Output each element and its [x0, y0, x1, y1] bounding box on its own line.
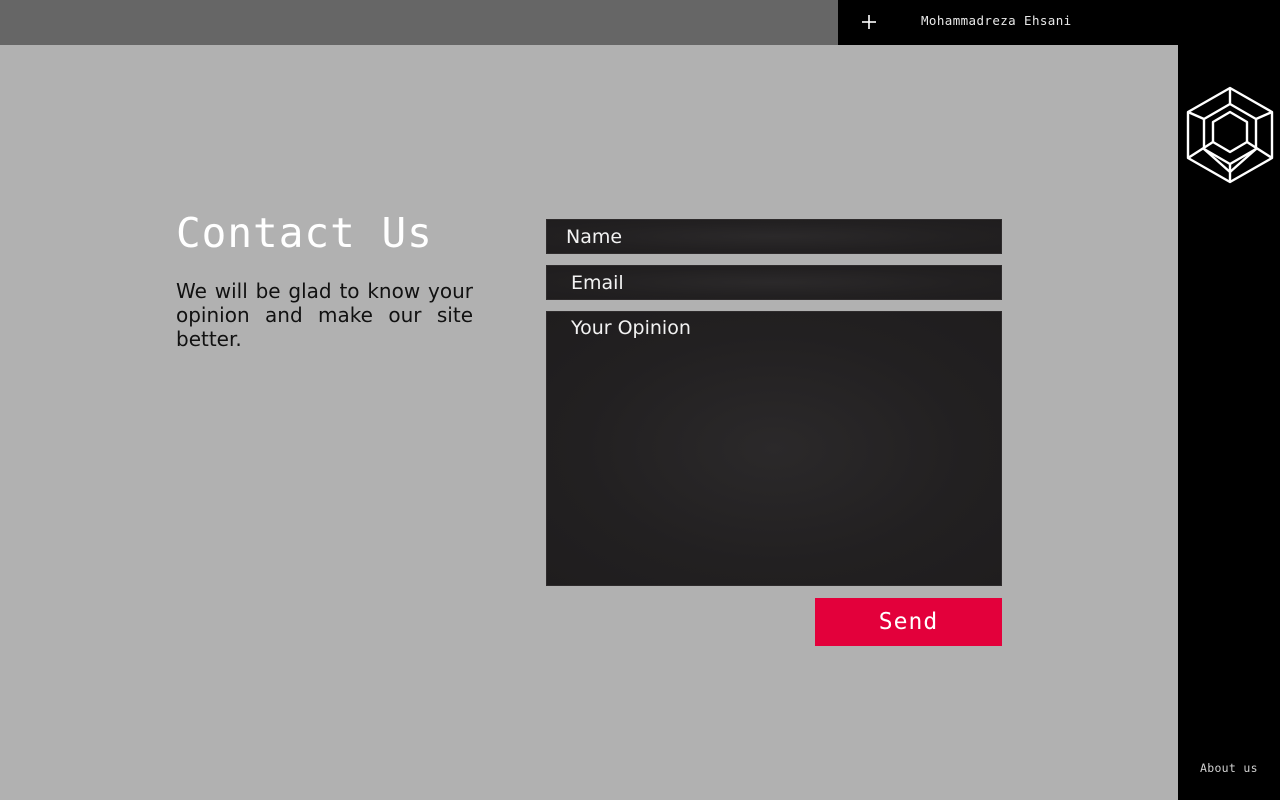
- contact-description: We will be glad to know your opinion and…: [176, 279, 473, 351]
- send-button[interactable]: Send: [815, 598, 1002, 646]
- hexagon-logo-icon[interactable]: [1184, 84, 1276, 184]
- user-name[interactable]: Mohammadreza Ehsani: [921, 13, 1072, 28]
- about-us-link[interactable]: About us: [1200, 761, 1258, 775]
- opinion-textarea[interactable]: [546, 311, 1002, 586]
- email-input[interactable]: [546, 265, 1002, 300]
- plus-icon: [862, 15, 876, 29]
- top-bar-left: [0, 0, 838, 45]
- page-title: Contact Us: [176, 209, 433, 257]
- add-button[interactable]: [856, 9, 882, 35]
- name-input[interactable]: [546, 219, 1002, 254]
